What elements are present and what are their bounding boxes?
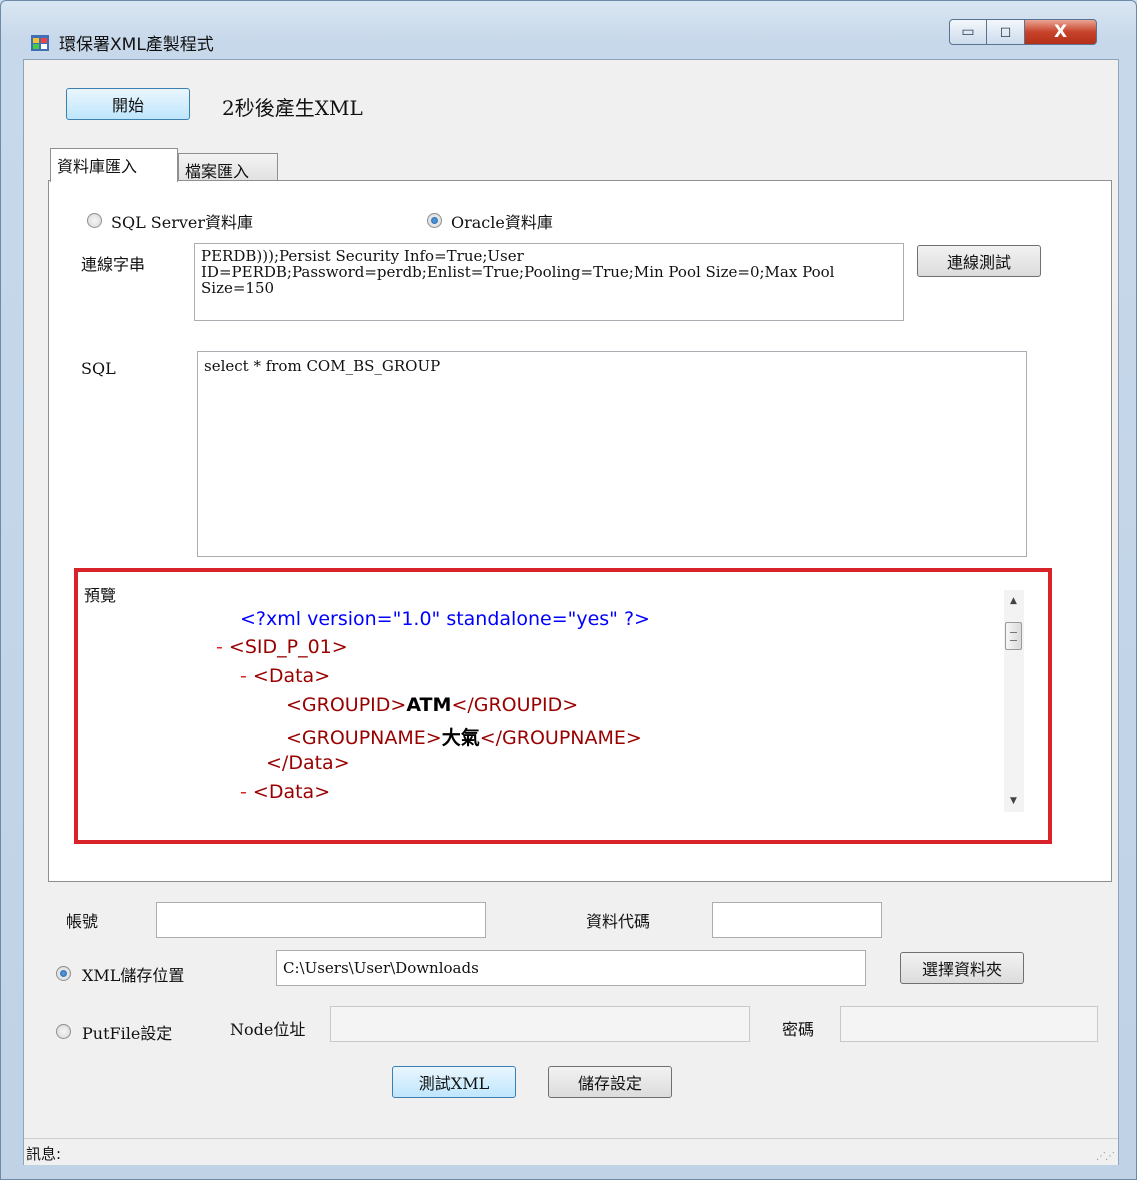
xml-save-radio[interactable] [56, 966, 71, 981]
node-address-input[interactable] [330, 1006, 750, 1042]
close-icon: X [1053, 22, 1068, 42]
data-code-label: 資料代碼 [586, 912, 651, 931]
app-icon [31, 35, 49, 51]
collapse-icon[interactable]: - [240, 781, 247, 803]
window-title: 環保署XML產製程式 [59, 35, 214, 55]
connection-string-label: 連線字串 [81, 255, 146, 274]
scroll-down-icon[interactable]: ▼ [1010, 796, 1017, 806]
xml-groupname-line: <GROUPNAME>大氣</GROUPNAME> [286, 727, 642, 749]
test-xml-button[interactable]: 測試XML [392, 1066, 516, 1098]
data-code-input[interactable] [712, 902, 882, 938]
sql-server-label: SQL Server資料庫 [111, 213, 254, 232]
password-label: 密碼 [782, 1020, 815, 1039]
account-label: 帳號 [66, 912, 99, 931]
sql-label: SQL [81, 359, 116, 378]
start-button[interactable]: 開始 [66, 88, 190, 120]
maximize-icon: ◻ [999, 24, 1012, 40]
password-input[interactable] [840, 1006, 1098, 1042]
xml-data-close-line: </Data> [266, 752, 350, 774]
test-connection-button[interactable]: 連線測試 [917, 245, 1041, 277]
xml-save-path-input[interactable] [276, 950, 866, 986]
xml-save-label: XML儲存位置 [82, 966, 185, 985]
xml-preview-panel: 預覽 <?xml version="1.0" standalone="yes" … [74, 568, 1052, 844]
client-area: 開始 2秒後產生XML 資料庫匯入 檔案匯入 SQL Server資料庫 Ora… [23, 59, 1119, 1165]
sql-server-radio[interactable] [87, 213, 102, 228]
xml-declaration-line: <?xml version="1.0" standalone="yes" ?> [240, 608, 650, 630]
minimize-button[interactable]: ▭ [949, 19, 987, 45]
save-settings-button[interactable]: 儲存設定 [548, 1066, 672, 1098]
oracle-label: Oracle資料庫 [451, 213, 553, 232]
tab-database-import[interactable]: 資料庫匯入 [50, 148, 178, 182]
putfile-label: PutFile設定 [82, 1024, 173, 1043]
preview-label: 預覽 [84, 586, 117, 605]
countdown-text: 2秒後產生XML [222, 96, 363, 120]
collapse-icon[interactable]: - [240, 665, 247, 687]
sql-input[interactable]: select * from COM_BS_GROUP [197, 351, 1027, 557]
status-label: 訊息: [26, 1145, 62, 1163]
close-button[interactable]: X [1025, 19, 1097, 45]
app-window: 環保署XML產製程式 ▭ ◻ X 開始 2秒後產生XML 資料庫匯入 檔案匯入 … [0, 0, 1137, 1180]
xml-groupid-line: <GROUPID>ATM</GROUPID> [286, 694, 579, 716]
status-bar: 訊息: ⋰⋰ [24, 1138, 1118, 1165]
account-input[interactable] [156, 902, 486, 938]
preview-scrollbar[interactable]: ▲ ▼ [1004, 590, 1024, 812]
resize-grip-icon[interactable]: ⋰⋰ [1096, 1151, 1115, 1162]
putfile-radio[interactable] [56, 1024, 71, 1039]
scroll-up-icon[interactable]: ▲ [1010, 596, 1017, 606]
oracle-radio[interactable] [427, 213, 442, 228]
scroll-thumb[interactable] [1005, 622, 1022, 650]
maximize-button[interactable]: ◻ [987, 19, 1025, 45]
choose-folder-button[interactable]: 選擇資料夾 [900, 952, 1024, 984]
xml-data-line[interactable]: - <Data> [240, 665, 330, 687]
collapse-icon[interactable]: - [216, 636, 223, 658]
title-bar[interactable]: 環保署XML產製程式 ▭ ◻ X [1, 1, 1136, 59]
xml-root-line[interactable]: - <SID_P_01> [216, 636, 348, 658]
tab-file-import[interactable]: 檔案匯入 [178, 153, 278, 181]
xml-data-line[interactable]: - <Data> [240, 781, 330, 803]
connection-string-input[interactable]: PERDB)));Persist Security Info=True;User… [194, 243, 904, 321]
minimize-icon: ▭ [961, 24, 975, 40]
node-address-label: Node位址 [230, 1020, 306, 1039]
